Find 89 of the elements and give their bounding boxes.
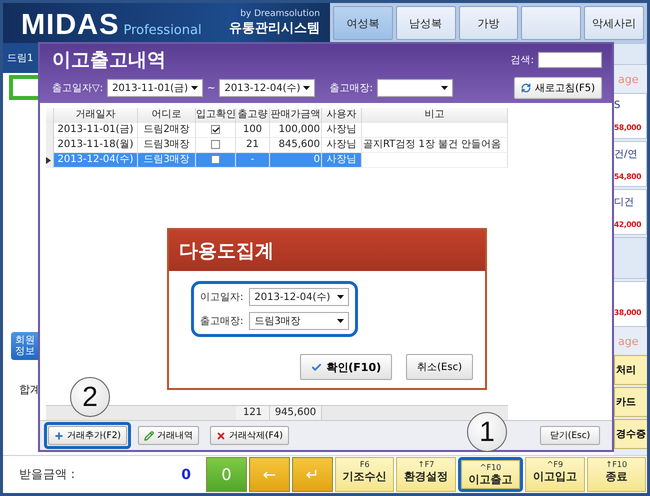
category-button[interactable]: 남성복 — [396, 6, 456, 40]
check-icon — [311, 362, 322, 372]
product-name: S — [614, 100, 622, 111]
checkbox[interactable] — [211, 154, 220, 164]
category-button[interactable]: 여성복 — [333, 6, 393, 40]
function-key-button[interactable]: F6 기조수신 — [335, 457, 394, 492]
checkbox[interactable] — [211, 124, 220, 134]
table-cell: 21 — [236, 138, 270, 153]
store-filter-label: 출고매장: — [329, 82, 373, 95]
close-icon — [216, 430, 226, 440]
blank-tile[interactable] — [614, 237, 647, 279]
table-cell: 2013-11-18(월) — [54, 138, 138, 153]
category-button[interactable]: 가방 — [458, 6, 518, 40]
function-key-button[interactable]: ↑F10 종료 — [586, 457, 646, 492]
column-header: 사용자 — [322, 108, 362, 123]
table-cell: 100 — [236, 123, 270, 138]
dialog-title: 이고출고내역 — [52, 48, 167, 73]
table-cell: 사장님 — [322, 123, 362, 138]
table-cell: 사장님 — [322, 138, 362, 153]
action-button[interactable]: 경수증 — [614, 419, 647, 449]
date-from-dropdown[interactable]: 2013-11-01(금) — [107, 79, 204, 97]
product-name: 디건 — [614, 196, 635, 210]
table-cell: 사장님 — [322, 153, 362, 168]
category-button[interactable]: 악세사리 — [584, 6, 644, 40]
confirm-button[interactable]: 확인(F10) — [300, 354, 392, 380]
column-header: 판매가금액 — [270, 108, 322, 123]
column-header: 어디로 — [138, 108, 196, 123]
row-pointer-icon — [46, 157, 51, 164]
search-field[interactable] — [538, 52, 602, 68]
total-quantity: 121 — [236, 406, 270, 420]
table-cell: 0 — [270, 153, 322, 168]
date-to-dropdown[interactable]: 2013-12-04(수) — [219, 79, 316, 97]
dropdown-arrow-icon — [337, 295, 344, 299]
column-header: 출고량 — [236, 108, 270, 123]
cancel-button[interactable]: 취소(Esc) — [406, 354, 473, 380]
dropdown-arrow-icon — [303, 86, 310, 90]
plus-icon — [54, 430, 64, 440]
refresh-icon — [521, 83, 532, 93]
date-separator: ~ — [207, 82, 216, 94]
search-label: 검색: — [510, 54, 534, 67]
store-dropdown[interactable] — [376, 79, 453, 97]
table-cell: 드림2매장 — [138, 123, 196, 138]
checkbox[interactable] — [211, 140, 220, 149]
blank-tile[interactable] — [614, 43, 647, 65]
date-label: 출고일자▽: — [52, 82, 104, 95]
table-cell: 845,600 — [270, 138, 322, 153]
logo-subtitle: Professional — [123, 23, 202, 38]
category-button[interactable] — [521, 6, 582, 40]
store-label: 드림1 — [7, 52, 34, 65]
table-cell: 2013-12-04(수) — [54, 153, 138, 168]
toolbar-button[interactable]: 거래내역 — [138, 426, 199, 445]
close-button[interactable]: 닫기(Esc) — [540, 426, 600, 445]
function-key-button[interactable]: ^F10 이고출고 — [460, 460, 520, 489]
product-name: 건/연 — [614, 148, 638, 162]
function-key-button[interactable]: ^F9 이고입고 — [525, 457, 585, 492]
amount-due-value: 0 — [181, 466, 191, 482]
refresh-button[interactable]: 새로고침(F5) — [514, 77, 602, 99]
table-cell: 드림3매장 — [138, 153, 196, 168]
table-header — [46, 108, 54, 123]
dropdown-arrow-icon — [440, 86, 448, 90]
column-header: 비고 — [362, 108, 508, 123]
function-key-button[interactable]: ↑F7 환경설정 — [396, 457, 456, 492]
input-field[interactable] — [9, 75, 39, 100]
table-cell: - — [236, 153, 270, 168]
table-cell: 골지RT검정 1장 불건 안들어옴 — [362, 138, 508, 153]
field-dropdown[interactable]: 드림3매장 — [249, 312, 350, 330]
amount-due-label: 받을금액 : — [19, 466, 75, 483]
field-label: 이고일자: — [200, 291, 244, 304]
system-title: 유통관리시스템 — [229, 20, 320, 37]
logo-text: MIDAS — [21, 9, 120, 42]
column-header: 입고확인 — [196, 108, 236, 123]
toolbar-button[interactable]: 거래추가(F2) — [48, 426, 127, 445]
row-header[interactable] — [46, 153, 54, 168]
dropdown-arrow-icon — [191, 86, 198, 90]
popup-title: 다용도집계 — [179, 238, 274, 264]
table-cell: 드림3매장 — [138, 138, 196, 153]
table-cell: 100,000 — [270, 123, 322, 138]
column-header: 거래일자 — [54, 108, 138, 123]
vendor-text: by Dreamsolution — [240, 9, 320, 19]
dropdown-arrow-icon — [337, 319, 344, 323]
pencil-icon — [144, 430, 154, 440]
total-amount: 945,600 — [270, 406, 322, 420]
table-cell: 2013-11-01(금) — [54, 123, 138, 138]
field-label: 출고매장: — [200, 315, 244, 328]
action-button[interactable]: 처리 — [614, 355, 647, 385]
field-dropdown[interactable]: 2013-12-04(수) — [249, 288, 350, 306]
toolbar-button[interactable]: 거래삭제(F4) — [210, 426, 289, 445]
action-button[interactable]: 카드 — [614, 387, 647, 417]
member-info-button[interactable]: 회원 정보 — [11, 332, 39, 360]
